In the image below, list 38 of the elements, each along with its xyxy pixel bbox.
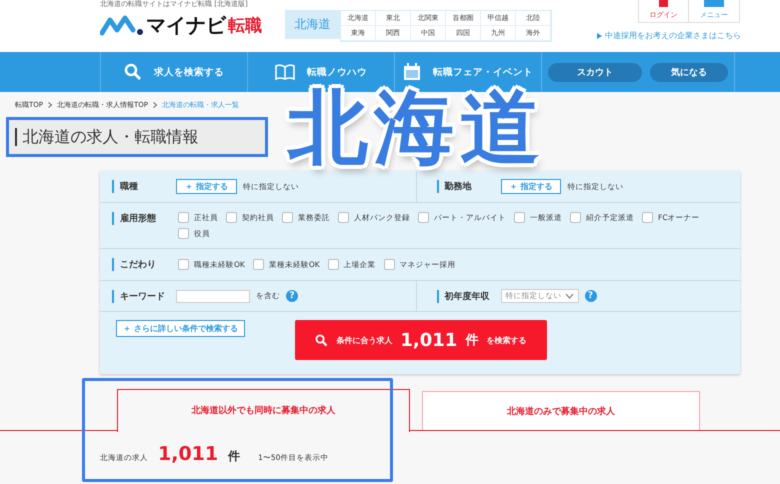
chevron-right-icon [48, 102, 52, 108]
result-count: 1,011 [158, 443, 218, 465]
checkbox[interactable] [226, 212, 237, 223]
checkbox[interactable] [570, 212, 581, 223]
result-tab[interactable]: 北海道以外でも同時に募集中の求人 [117, 389, 410, 432]
field-label: 職種 [112, 180, 170, 193]
checkbox[interactable] [642, 212, 653, 223]
search-submit-button[interactable]: 条件に合う求人 1,011 件 を検索する [294, 320, 547, 360]
triangle-icon [597, 32, 602, 38]
nav-pill-button[interactable]: スカウト [548, 62, 642, 82]
checkbox[interactable] [252, 259, 264, 270]
checkbox[interactable] [178, 228, 189, 239]
search-icon [124, 63, 142, 81]
logo-icon [100, 14, 144, 36]
checkbox[interactable] [384, 259, 395, 270]
checkbox[interactable] [282, 212, 293, 223]
checkbox[interactable] [514, 212, 525, 223]
result-unit: 件 [228, 448, 240, 465]
chevron-right-icon [153, 102, 158, 108]
keyword-input[interactable] [176, 290, 250, 302]
field-label: キーワード [112, 290, 170, 302]
logo-accent[interactable]: 転職 [228, 14, 262, 37]
field-label: 勤務地 [436, 180, 494, 193]
checkbox[interactable] [178, 259, 189, 270]
logo-text[interactable]: マイナビ [146, 12, 226, 39]
current-region: 北海道 [285, 10, 340, 39]
nav-pill-button[interactable]: 気になる [650, 62, 728, 82]
calendar-icon [403, 63, 421, 81]
page-title: 北海道の求人・転職情報 [6, 117, 268, 157]
field-label: 初年度年収 [436, 290, 494, 302]
checkbox[interactable] [418, 212, 429, 223]
search-icon [315, 334, 328, 346]
chevron-down-icon [564, 293, 574, 299]
checkbox[interactable] [178, 212, 189, 223]
checkbox[interactable] [328, 259, 339, 270]
checkbox[interactable] [338, 212, 349, 223]
book-icon [275, 64, 295, 80]
result-tab[interactable]: 北海道のみで募集中の求人 [422, 391, 700, 430]
